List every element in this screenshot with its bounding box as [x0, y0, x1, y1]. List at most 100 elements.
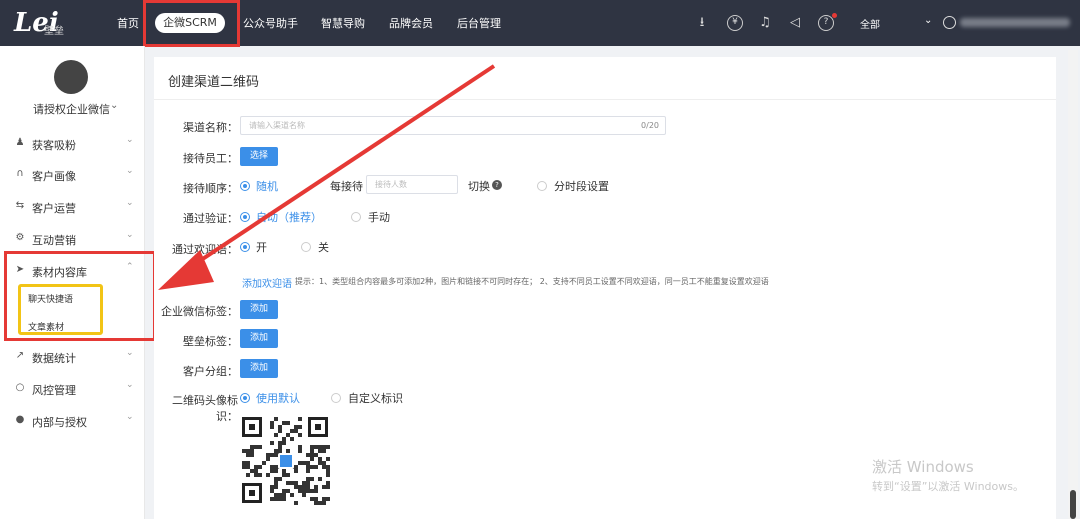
qr-module	[278, 429, 282, 433]
order-time-label[interactable]: 分时段设置	[554, 178, 609, 194]
sidebar-item-label: 内部与授权	[32, 416, 87, 429]
qr-module	[270, 421, 274, 425]
avatar[interactable]	[54, 60, 88, 94]
qr-module	[302, 493, 306, 497]
chevron-down-icon[interactable]: ⌄	[110, 100, 118, 111]
add-group-button[interactable]: 添加	[240, 359, 278, 378]
sidebar-item-operation[interactable]: ⇆ 客户运营 ⌄	[0, 196, 145, 218]
qr-module	[326, 457, 330, 461]
nav-official-account[interactable]: 公众号助手	[243, 15, 298, 31]
qr-module	[242, 449, 246, 453]
qr-module	[298, 433, 302, 437]
qr-module	[326, 469, 330, 473]
avatar-custom-label[interactable]: 自定义标识	[348, 390, 403, 406]
qr-module	[254, 465, 258, 469]
nav-admin[interactable]: 后台管理	[457, 15, 501, 31]
qr-module	[266, 453, 270, 457]
chevron-down-icon: ⌄	[126, 380, 134, 390]
qr-module	[314, 465, 318, 469]
qr-module	[306, 489, 310, 493]
order-random-label[interactable]: 随机	[256, 178, 278, 194]
qr-module	[326, 497, 330, 501]
help-icon[interactable]: ?	[492, 180, 502, 190]
qr-module	[270, 497, 274, 501]
scrollbar[interactable]	[1068, 50, 1078, 519]
org-authorize-label[interactable]: 请授权企业微信	[33, 101, 110, 117]
yen-icon[interactable]: ¥	[727, 15, 743, 31]
qr-module	[310, 453, 314, 457]
nav-brand-member[interactable]: 品牌会员	[389, 15, 433, 31]
qr-module	[290, 481, 294, 485]
qr-module	[274, 449, 278, 453]
username-blurred[interactable]	[960, 18, 1070, 27]
nav-smart-guide[interactable]: 智慧导购	[321, 15, 365, 31]
qr-module	[254, 473, 258, 477]
qr-finder-top-right	[308, 417, 328, 437]
qr-module	[302, 481, 306, 485]
sidebar-item-internal-auth[interactable]: ● 内部与授权 ⌄	[0, 410, 145, 432]
qr-module	[294, 485, 298, 489]
qr-module	[278, 425, 282, 429]
qr-module	[262, 461, 266, 465]
qr-module	[282, 473, 286, 477]
verify-manual-radio[interactable]	[351, 212, 361, 222]
user-icon[interactable]	[943, 16, 956, 29]
qr-module	[246, 473, 250, 477]
qr-module	[298, 445, 302, 449]
qr-module	[298, 417, 302, 421]
channel-name-input[interactable]: 请输入渠道名称 0/20	[240, 116, 666, 135]
qr-module	[266, 457, 270, 461]
speaker-icon[interactable]: ◁	[787, 15, 803, 31]
sidebar-item-acquire[interactable]: ♟ 获客吸粉 ⌄	[0, 133, 145, 155]
headset-icon[interactable]: ♫	[757, 15, 773, 31]
order-random-radio[interactable]	[240, 181, 250, 191]
order-count-input[interactable]: 接待人数	[366, 175, 458, 194]
sidebar-item-marketing[interactable]: ⚙ 互动营销 ⌄	[0, 228, 145, 250]
chevron-down-icon: ⌄	[126, 230, 134, 240]
qr-module	[282, 497, 286, 501]
add-bilei-tag-button[interactable]: 添加	[240, 329, 278, 348]
chevron-down-icon[interactable]: ⌄	[924, 15, 932, 26]
help-icon[interactable]: ?	[818, 15, 834, 31]
qr-module	[306, 485, 310, 489]
sidebar-item-portrait[interactable]: ∩ 客户画像 ⌄	[0, 164, 145, 186]
qr-module	[282, 421, 286, 425]
sidebar-item-label: 数据统计	[32, 352, 76, 365]
scrollbar-thumb[interactable]	[1070, 490, 1076, 519]
char-counter: 0/20	[641, 121, 659, 130]
select-staff-button[interactable]: 选择	[240, 147, 278, 166]
avatar-default-label[interactable]: 使用默认	[256, 390, 300, 406]
verify-manual-label[interactable]: 手动	[368, 209, 390, 225]
welcome-off-label[interactable]: 关	[318, 239, 329, 255]
add-welcome-link[interactable]: 添加欢迎语	[242, 275, 292, 290]
avatar-custom-radio[interactable]	[331, 393, 341, 403]
sidebar-item-risk[interactable]: ○ 风控管理 ⌄	[0, 378, 145, 400]
qr-module	[314, 485, 318, 489]
logo-text: 壁垒	[44, 26, 64, 37]
chart-icon: ↗	[15, 350, 25, 361]
page-title: 创建渠道二维码	[168, 75, 260, 90]
order-time-radio[interactable]	[537, 181, 547, 191]
qr-module	[314, 501, 318, 505]
nav-home[interactable]: 首页	[117, 15, 139, 31]
qr-module	[290, 437, 294, 441]
add-wecom-tag-button[interactable]: 添加	[240, 300, 278, 319]
verify-auto-radio[interactable]	[240, 212, 250, 222]
verify-auto-label[interactable]: 自动（推荐）	[256, 209, 322, 225]
qr-center-logo	[278, 453, 294, 469]
welcome-on-radio[interactable]	[240, 242, 250, 252]
qr-module	[310, 465, 314, 469]
download-icon[interactable]: ⭳	[694, 15, 710, 31]
brand-logo[interactable]: Lei 壁垒	[14, 8, 84, 38]
avatar-default-radio[interactable]	[240, 393, 250, 403]
welcome-on-label[interactable]: 开	[256, 239, 267, 255]
order-each-label[interactable]: 每接待	[330, 178, 363, 194]
qr-module	[282, 441, 286, 445]
qr-module	[322, 465, 326, 469]
qr-module	[274, 417, 278, 421]
qr-module	[322, 501, 326, 505]
sidebar-item-statistics[interactable]: ↗ 数据统计 ⌄	[0, 346, 145, 368]
qr-module	[270, 441, 274, 445]
scope-selector[interactable]: 全部	[860, 16, 880, 31]
welcome-off-radio[interactable]	[301, 242, 311, 252]
